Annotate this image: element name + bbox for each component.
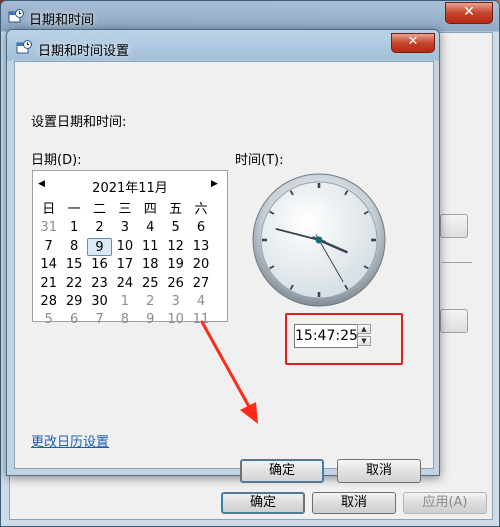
outer-ok-button[interactable]: 确定 — [221, 492, 305, 514]
calendar-day[interactable]: 13 — [188, 238, 213, 256]
calendar-day[interactable]: 14 — [36, 256, 61, 274]
calendar-day[interactable]: 4 — [188, 293, 213, 311]
calendar-header: 2021年11月 ◀ ▶ — [33, 175, 227, 196]
calendar-day[interactable]: 3 — [112, 219, 137, 237]
calendar-day[interactable]: 2 — [138, 293, 163, 311]
calendar-day[interactable]: 22 — [61, 275, 86, 293]
outer-dialog-title: 日期和时间 — [29, 13, 95, 28]
calendar-week-row: 7 8 9 10 11 12 13 — [36, 237, 226, 257]
analog-clock — [251, 172, 387, 312]
calendar: 2021年11月 ◀ ▶ 日一二三四五六 31 1 2 3 4 5 6 7 8 9 10 11 12 13 1… — [32, 170, 228, 327]
calendar-day[interactable]: 4 — [138, 219, 163, 237]
calendar-day[interactable]: 6 — [61, 311, 86, 329]
calendar-day[interactable]: 27 — [188, 275, 213, 293]
calendar-day[interactable]: 20 — [188, 256, 213, 274]
calendar-day[interactable]: 12 — [163, 238, 188, 256]
calendar-day[interactable]: 15 — [61, 256, 86, 274]
settings-close-button[interactable]: ✕ — [391, 33, 435, 53]
outer-close-button[interactable]: ✕ — [445, 2, 493, 24]
calendar-day[interactable]: 7 — [36, 238, 61, 256]
calendar-day[interactable]: 18 — [138, 256, 163, 274]
calendar-day[interactable]: 30 — [87, 293, 112, 311]
calendar-day[interactable]: 3 — [163, 293, 188, 311]
annotation-arrow-icon — [196, 318, 266, 432]
calendar-day[interactable]: 8 — [61, 238, 86, 256]
calendar-day[interactable]: 5 — [163, 219, 188, 237]
calendar-day[interactable]: 24 — [112, 275, 137, 293]
datetime-settings-icon — [16, 39, 32, 55]
calendar-day[interactable]: 7 — [87, 311, 112, 329]
date-label: 日期(D): — [31, 153, 82, 168]
calendar-week-row: 21 22 23 24 25 26 27 — [36, 275, 226, 293]
calendar-grid: 日一二三四五六 31 1 2 3 4 5 6 7 8 9 10 11 12 13 14 15 16 17 18 19 20… — [36, 201, 226, 330]
calendar-week-row: 28 29 30 1 2 3 4 — [36, 293, 226, 311]
weekday-label: 三 — [118, 202, 132, 217]
calendar-day[interactable]: 16 — [87, 256, 112, 274]
outer-hidden-button[interactable] — [440, 309, 468, 333]
datetime-app-icon — [8, 8, 24, 24]
weekday-label: 五 — [169, 202, 183, 217]
outer-cancel-button[interactable]: 取消 — [312, 492, 396, 514]
ok-button[interactable]: 确定 — [240, 459, 324, 483]
calendar-day[interactable]: 6 — [188, 219, 213, 237]
calendar-month-label[interactable]: 2021年11月 — [33, 177, 227, 196]
calendar-day[interactable]: 1 — [61, 219, 86, 237]
calendar-day[interactable]: 9 — [138, 311, 163, 329]
time-label: 时间(T): — [235, 153, 284, 168]
calendar-day[interactable]: 8 — [112, 311, 137, 329]
weekday-label: 六 — [194, 202, 208, 217]
calendar-day[interactable]: 29 — [61, 293, 86, 311]
calendar-day[interactable]: 25 — [138, 275, 163, 293]
weekday-label: 一 — [67, 202, 81, 217]
calendar-day[interactable]: 19 — [163, 256, 188, 274]
calendar-day[interactable]: 1 — [112, 293, 137, 311]
calendar-day[interactable]: 10 — [112, 238, 137, 256]
calendar-week-row: 14 15 16 17 18 19 20 — [36, 256, 226, 274]
outer-apply-button: 应用(A) — [403, 492, 487, 514]
calendar-weekday-row: 日一二三四五六 — [36, 201, 226, 219]
calendar-day[interactable]: 11 — [138, 238, 163, 256]
weekday-label: 二 — [92, 202, 106, 217]
prev-month-icon[interactable]: ◀ — [38, 179, 45, 189]
settings-dialog-title: 日期和时间设置 — [38, 44, 130, 59]
outer-hidden-button[interactable] — [440, 214, 468, 238]
calendar-day[interactable]: 26 — [163, 275, 188, 293]
calendar-day-selected[interactable]: 9 — [86, 237, 113, 257]
divider — [442, 262, 472, 263]
set-datetime-heading: 设置日期和时间: — [31, 115, 127, 130]
calendar-day[interactable]: 28 — [36, 293, 61, 311]
calendar-day[interactable]: 17 — [112, 256, 137, 274]
weekday-label: 日 — [42, 202, 56, 217]
calendar-day[interactable]: 2 — [87, 219, 112, 237]
cancel-button[interactable]: 取消 — [337, 459, 421, 483]
next-month-icon[interactable]: ▶ — [211, 179, 218, 189]
close-icon: ✕ — [407, 34, 419, 49]
calendar-day[interactable]: 10 — [163, 311, 188, 329]
change-calendar-link[interactable]: 更改日历设置 — [31, 431, 109, 450]
calendar-week-row: 31 1 2 3 4 5 6 — [36, 219, 226, 237]
close-icon: ✕ — [463, 4, 475, 20]
calendar-day[interactable]: 31 — [36, 219, 61, 237]
weekday-label: 四 — [143, 202, 157, 217]
calendar-day[interactable]: 23 — [87, 275, 112, 293]
calendar-day[interactable]: 5 — [36, 311, 61, 329]
calendar-day[interactable]: 21 — [36, 275, 61, 293]
time-field-highlight — [285, 313, 403, 365]
